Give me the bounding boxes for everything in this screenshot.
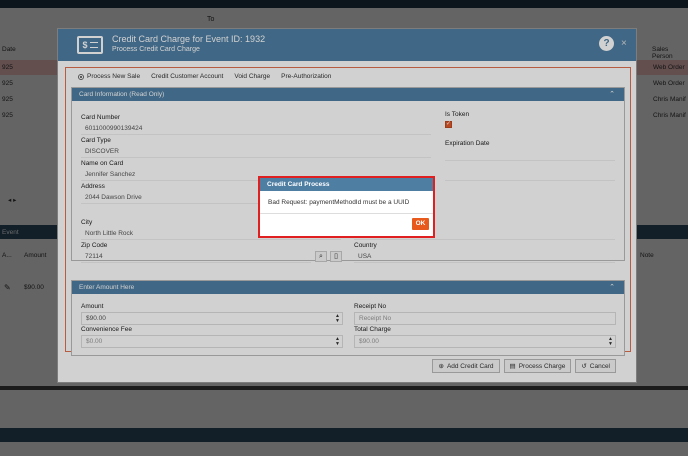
credit-card-process-dialog: Credit Card Process Bad Request: payment… [258,176,435,238]
dialog-message: Bad Request: paymentMethodId must be a U… [268,199,410,206]
dialog-divider [260,213,433,214]
ok-button[interactable]: OK [412,218,429,230]
dialog-title: Credit Card Process [260,178,433,191]
